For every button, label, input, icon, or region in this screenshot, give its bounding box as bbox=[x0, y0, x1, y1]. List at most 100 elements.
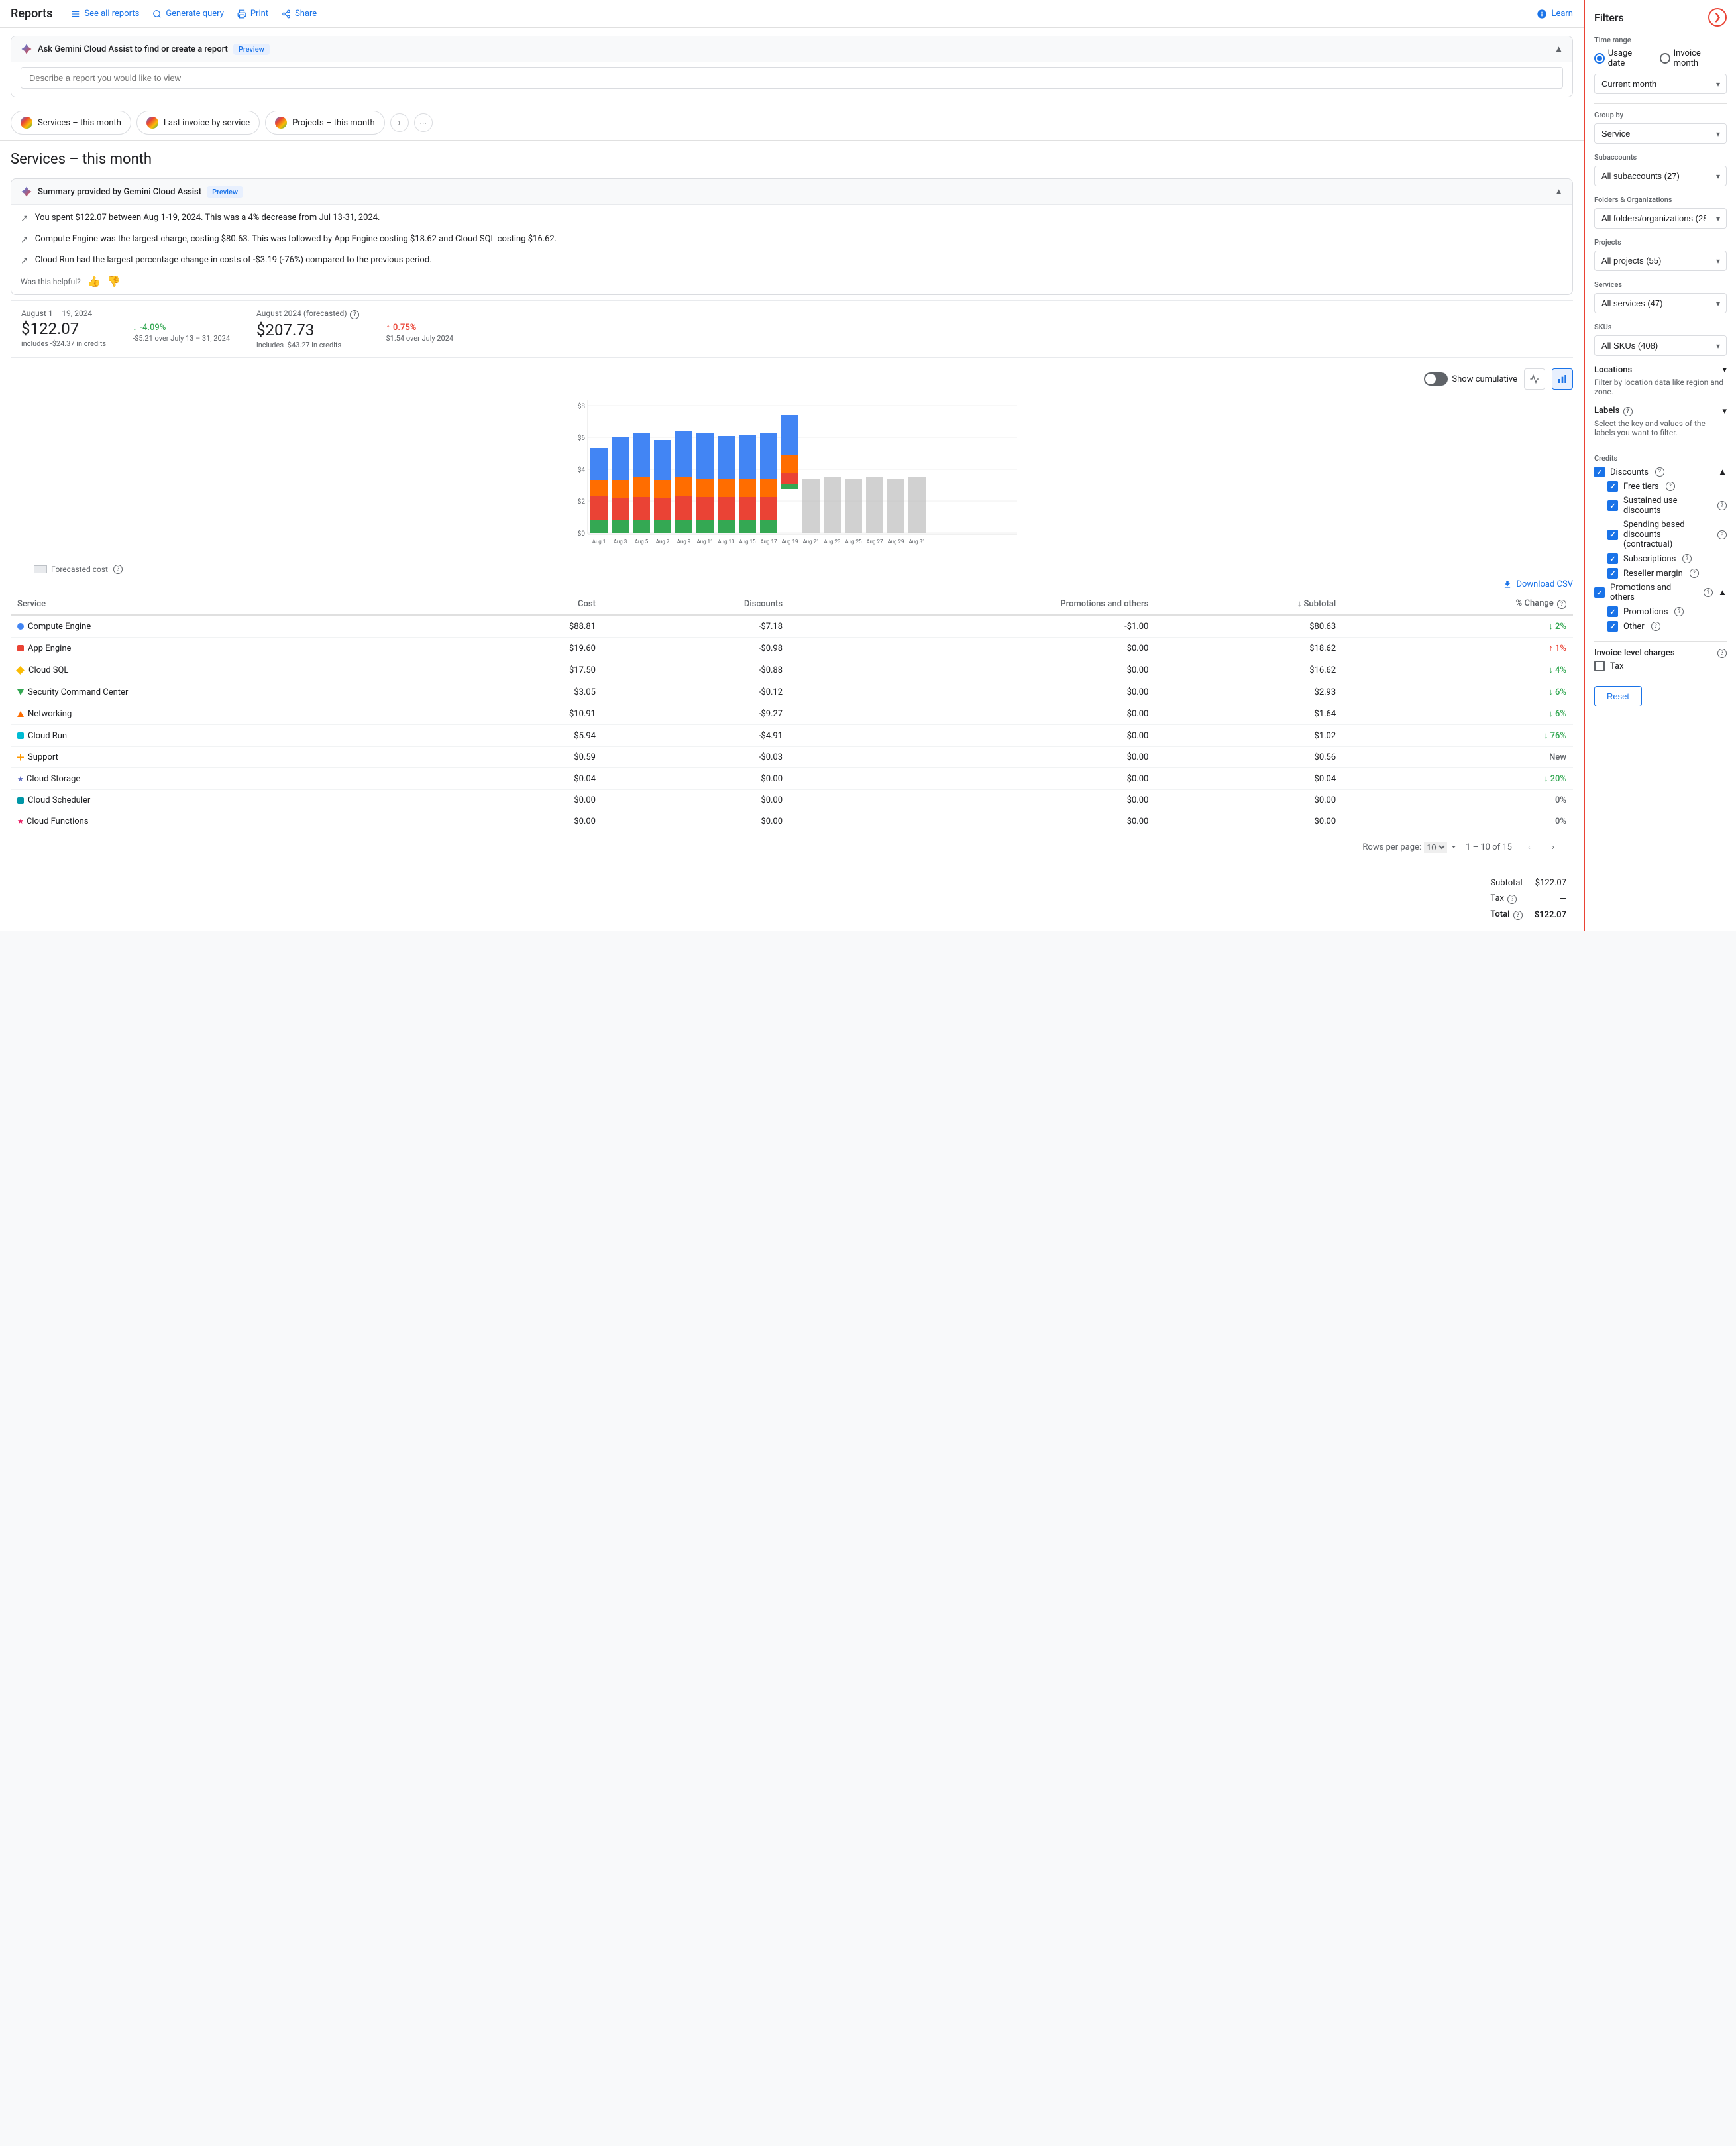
cb-free-tiers[interactable]: Free tiers ? bbox=[1607, 481, 1727, 492]
cell-cost-8: $0.00 bbox=[459, 790, 602, 811]
svg-text:Aug 9: Aug 9 bbox=[677, 539, 691, 545]
cell-subtotal-8: $0.00 bbox=[1155, 790, 1342, 811]
filter-labels-header[interactable]: Labels ? ▾ bbox=[1594, 406, 1727, 416]
generate-query-link[interactable]: Generate query bbox=[152, 9, 224, 19]
cell-subtotal-9: $0.00 bbox=[1155, 811, 1342, 832]
download-csv-btn[interactable]: Download CSV bbox=[1503, 579, 1573, 589]
totals-section: Subtotal $122.07 Tax ? — Total ? $122.07 bbox=[0, 867, 1584, 931]
gemini-collapse-icon[interactable]: ▲ bbox=[1554, 44, 1563, 54]
total-help-icon[interactable]: ? bbox=[1513, 911, 1523, 920]
filter-time-range-label: Time range bbox=[1594, 36, 1727, 44]
svg-text:$8: $8 bbox=[578, 402, 586, 410]
cb-spending-based[interactable]: Spending based discounts (contractual) ? bbox=[1607, 520, 1727, 549]
forecasted-cost-help-icon[interactable]: ? bbox=[113, 565, 123, 574]
filters-collapse-btn[interactable]: ❯ bbox=[1708, 8, 1727, 27]
filters-panel: Filters ❯ Time range Usage date Invoice … bbox=[1584, 0, 1736, 931]
tab-projects-this-month[interactable]: Projects – this month bbox=[265, 111, 385, 135]
filter-projects-label: Projects bbox=[1594, 238, 1727, 247]
line-chart-btn[interactable] bbox=[1524, 368, 1545, 390]
tab-arrow-extra[interactable]: ⋯ bbox=[414, 113, 433, 132]
reset-button[interactable]: Reset bbox=[1594, 686, 1642, 706]
labels-help-icon[interactable]: ? bbox=[1623, 407, 1633, 416]
forecasted-help-icon[interactable]: ? bbox=[350, 310, 359, 319]
cumulative-toggle[interactable]: Show cumulative bbox=[1424, 372, 1517, 386]
bar-chart-btn[interactable] bbox=[1552, 368, 1573, 390]
cb-other[interactable]: Other ? bbox=[1607, 621, 1727, 632]
other-help-icon[interactable]: ? bbox=[1651, 622, 1660, 631]
filter-invoice-level-header: Invoice level charges ? bbox=[1594, 648, 1727, 658]
current-month-select[interactable]: Current month Last month Last 3 months bbox=[1594, 74, 1727, 94]
cell-promotions-5: $0.00 bbox=[789, 725, 1155, 747]
thumbs-down-btn[interactable]: 👎 bbox=[107, 275, 121, 288]
folders-select[interactable]: All folders/organizations (28) bbox=[1594, 208, 1727, 229]
invoice-month-radio[interactable]: Invoice month bbox=[1660, 48, 1727, 68]
reseller-margin-help-icon[interactable]: ? bbox=[1690, 569, 1699, 578]
group-by-select[interactable]: Service Project SKU bbox=[1594, 123, 1727, 144]
toggle-switch[interactable] bbox=[1424, 372, 1448, 386]
invoice-level-help-icon[interactable]: ? bbox=[1717, 649, 1727, 658]
print-link[interactable]: Print bbox=[237, 9, 268, 19]
skus-select[interactable]: All SKUs (408) bbox=[1594, 335, 1727, 356]
stat-change-2: ↑ 0.75% bbox=[386, 322, 453, 333]
tab-services-this-month[interactable]: Services – this month bbox=[11, 111, 131, 135]
cell-change-3: ↓ 6% bbox=[1342, 681, 1573, 703]
rows-per-page-select[interactable]: 10 25 50 bbox=[1424, 842, 1447, 853]
top-nav: Reports See all reports Generate query P… bbox=[0, 0, 1584, 28]
table-row: App Engine $19.60 -$0.98 $0.00 $18.62 ↑ … bbox=[11, 638, 1573, 659]
cell-change-1: ↑ 1% bbox=[1342, 638, 1573, 659]
cell-change-0: ↓ 2% bbox=[1342, 615, 1573, 638]
tax-help-icon[interactable]: ? bbox=[1507, 895, 1517, 904]
tab-arrow-next[interactable]: › bbox=[390, 113, 409, 132]
cb-promotions[interactable]: Promotions ? bbox=[1607, 606, 1727, 617]
summary-card-header: Summary provided by Gemini Cloud Assist … bbox=[11, 179, 1572, 205]
promotions-collapse-icon[interactable]: ▲ bbox=[1718, 587, 1727, 598]
usage-date-radio[interactable]: Usage date bbox=[1594, 48, 1651, 68]
summary-collapse-icon[interactable]: ▲ bbox=[1554, 186, 1563, 197]
stat-sub-2: includes -$43.27 in credits bbox=[256, 341, 359, 349]
prev-page-btn[interactable]: ‹ bbox=[1520, 838, 1539, 856]
cell-discounts-2: -$0.88 bbox=[602, 659, 789, 681]
services-select[interactable]: All services (47) bbox=[1594, 293, 1727, 313]
subaccounts-select-wrapper: All subaccounts (27) bbox=[1594, 166, 1727, 186]
gemini-input[interactable] bbox=[21, 67, 1563, 89]
cb-discounts-box bbox=[1594, 467, 1605, 477]
subaccounts-select[interactable]: All subaccounts (27) bbox=[1594, 166, 1727, 186]
table-row: Compute Engine $88.81 -$7.18 -$1.00 $80.… bbox=[11, 615, 1573, 638]
cb-subscriptions[interactable]: Subscriptions ? bbox=[1607, 553, 1727, 564]
discounts-help-icon[interactable]: ? bbox=[1655, 467, 1664, 477]
change-help-icon[interactable]: ? bbox=[1557, 600, 1566, 609]
summary-item-3: ↗ Cloud Run had the largest percentage c… bbox=[21, 254, 1563, 268]
see-all-reports-link[interactable]: See all reports bbox=[71, 9, 139, 19]
cell-discounts-3: -$0.12 bbox=[602, 681, 789, 703]
next-page-btn[interactable]: › bbox=[1544, 838, 1562, 856]
page-title: Services – this month bbox=[0, 141, 1584, 173]
cb-sustained-use[interactable]: Sustained use discounts ? bbox=[1607, 496, 1727, 516]
skus-select-wrapper: All SKUs (408) bbox=[1594, 335, 1727, 356]
learn-button[interactable]: Learn bbox=[1537, 9, 1573, 19]
cb-tax[interactable]: Tax bbox=[1594, 661, 1727, 671]
cb-reseller-margin[interactable]: Reseller margin ? bbox=[1607, 568, 1727, 579]
gcp-icon-2 bbox=[146, 117, 158, 129]
sustained-use-help-icon[interactable]: ? bbox=[1717, 501, 1727, 510]
cb-discounts[interactable]: Discounts ? ▲ bbox=[1594, 467, 1727, 477]
svg-text:Aug 13: Aug 13 bbox=[718, 539, 734, 545]
cell-promotions-9: $0.00 bbox=[789, 811, 1155, 832]
cell-change-8: 0% bbox=[1342, 790, 1573, 811]
projects-select[interactable]: All projects (55) bbox=[1594, 251, 1727, 271]
cb-promotions-others[interactable]: Promotions and others ? ▲ bbox=[1594, 583, 1727, 602]
cell-change-2: ↓ 4% bbox=[1342, 659, 1573, 681]
subscriptions-help-icon[interactable]: ? bbox=[1682, 554, 1692, 563]
discounts-collapse-icon[interactable]: ▲ bbox=[1718, 467, 1727, 477]
svg-text:$2: $2 bbox=[578, 497, 586, 506]
table-row: Networking $10.91 -$9.27 $0.00 $1.64 ↓ 6… bbox=[11, 703, 1573, 725]
free-tiers-help-icon[interactable]: ? bbox=[1666, 482, 1675, 491]
spending-based-help-icon[interactable]: ? bbox=[1717, 530, 1727, 539]
filter-folders: Folders & Organizations All folders/orga… bbox=[1594, 196, 1727, 229]
thumbs-up-btn[interactable]: 👍 bbox=[87, 275, 101, 288]
projects-select-wrapper: All projects (55) bbox=[1594, 251, 1727, 271]
tab-last-invoice[interactable]: Last invoice by service bbox=[136, 111, 260, 135]
promotions-others-help-icon[interactable]: ? bbox=[1704, 588, 1713, 597]
filter-locations-header[interactable]: Locations ▾ bbox=[1594, 365, 1727, 375]
share-link[interactable]: Share bbox=[282, 9, 317, 19]
promotions-help-icon[interactable]: ? bbox=[1674, 607, 1684, 616]
